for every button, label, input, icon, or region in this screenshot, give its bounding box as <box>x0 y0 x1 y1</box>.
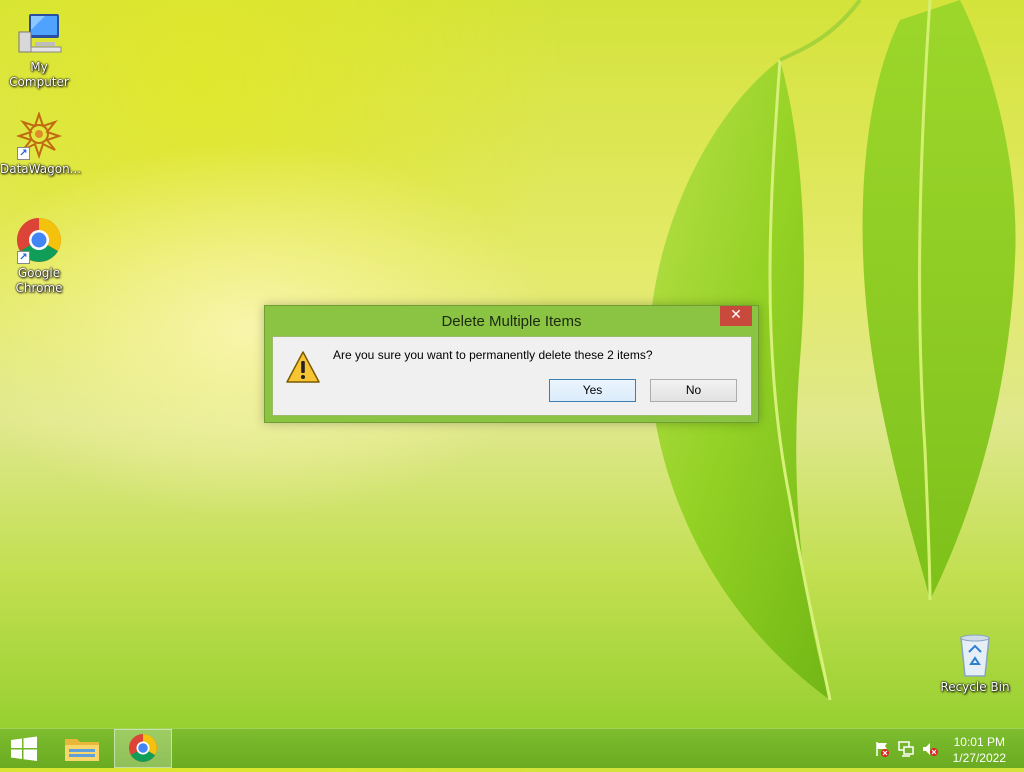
volume-muted-icon[interactable] <box>922 741 938 757</box>
dialog-title: Delete Multiple Items <box>441 313 582 330</box>
datawagon-icon: ↗ <box>15 110 63 160</box>
dialog-body: Are you sure you want to permanently del… <box>272 336 752 416</box>
desktop-icon-label: Recycle Bin <box>940 680 1010 694</box>
clock-date: 1/27/2022 <box>952 751 1006 765</box>
dialog-message: Are you sure you want to permanently del… <box>333 348 653 362</box>
desktop-icon-datawagon[interactable]: ↗ DataWagon... <box>0 110 82 177</box>
windows-logo-icon <box>11 736 37 761</box>
taskbar-file-explorer[interactable] <box>53 729 111 768</box>
desktop-icon-label: My Computer <box>9 60 69 89</box>
desktop-icon-label: Google Chrome <box>15 266 63 295</box>
recycle-bin-icon <box>951 630 999 678</box>
desktop-icon-my-computer[interactable]: My Computer <box>0 10 78 90</box>
network-icon[interactable] <box>898 741 914 757</box>
desktop-icon-recycle-bin[interactable]: Recycle Bin <box>936 630 1014 695</box>
chrome-icon <box>129 734 157 762</box>
computer-icon <box>15 10 63 58</box>
start-button[interactable] <box>0 729 48 768</box>
warning-icon <box>286 351 320 383</box>
no-button[interactable]: No <box>650 379 737 402</box>
desktop-icon-label: DataWagon... <box>0 162 82 176</box>
delete-multiple-items-dialog: Delete Multiple Items ✕ Are you sure you… <box>264 305 759 423</box>
taskbar: 10:01 PM 1/27/2022 <box>0 728 1024 768</box>
desktop-icon-google-chrome[interactable]: ↗ Google Chrome <box>0 216 78 296</box>
action-center-flag-icon[interactable] <box>874 741 890 757</box>
shortcut-arrow-icon: ↗ <box>17 147 30 160</box>
clock-time: 10:01 PM <box>953 735 1005 749</box>
shortcut-arrow-icon: ↗ <box>17 251 30 264</box>
chrome-icon: ↗ <box>15 216 63 264</box>
file-explorer-icon <box>65 739 99 761</box>
taskbar-chrome[interactable] <box>114 729 172 768</box>
yes-button[interactable]: Yes <box>549 379 636 402</box>
close-button[interactable]: ✕ <box>720 306 752 326</box>
system-clock[interactable]: 10:01 PM 1/27/2022 <box>953 734 1006 766</box>
